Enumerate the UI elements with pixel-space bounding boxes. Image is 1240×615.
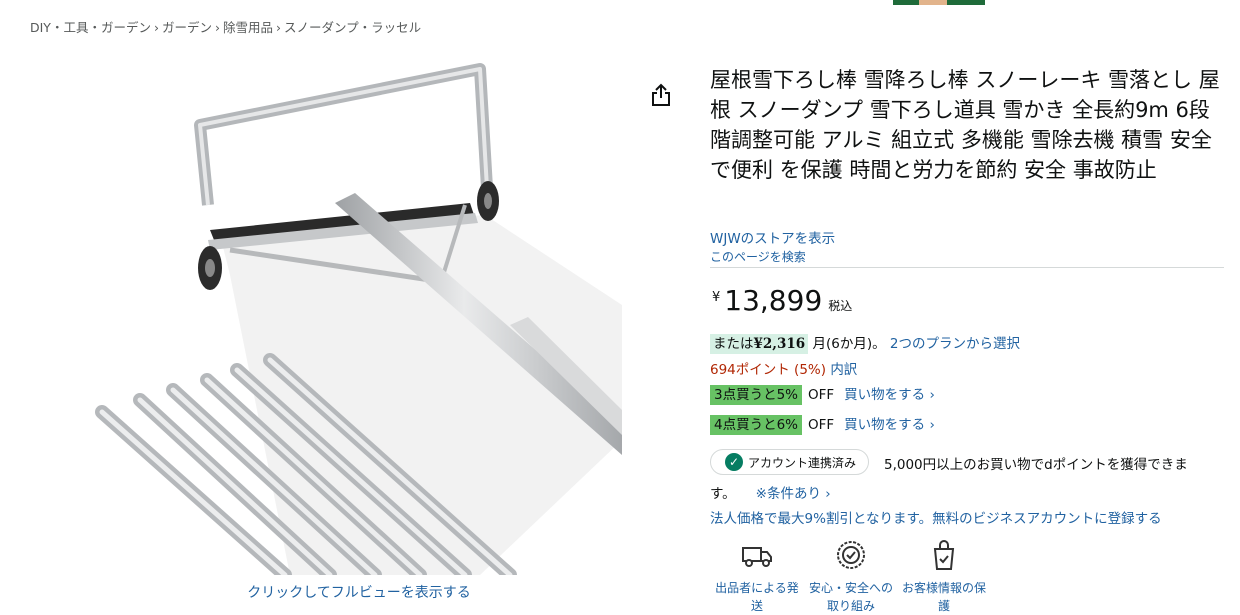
- truck-icon: [739, 537, 775, 573]
- top-banner-strip: [893, 0, 985, 5]
- check-circle-icon: ✓: [725, 453, 743, 471]
- store-link[interactable]: WJWのストアを表示: [710, 227, 835, 247]
- feature-seller-shipping[interactable]: 出品者による発送: [711, 537, 803, 615]
- breadcrumb-item-diy[interactable]: DIY・工具・ガーデン: [30, 20, 151, 35]
- installment-info: または¥2,316 月(6か月)。 2つのプランから選択: [710, 332, 1020, 354]
- product-title: 屋根雪下ろし棒 雪降ろし棒 スノーレーキ 雪落とし 屋根 スノーダンプ 雪下ろし…: [710, 68, 1220, 182]
- points-breakdown-link[interactable]: 内訳: [830, 362, 857, 378]
- promotion-badge: 3点買うと5%: [710, 385, 803, 405]
- installment-highlight: または¥2,316: [710, 334, 809, 354]
- installment-plans-link[interactable]: 2つのプランから選択: [890, 336, 1020, 352]
- account-linked-badge: ✓ アカウント連携済み: [710, 449, 870, 475]
- divider: [710, 267, 1224, 268]
- feature-privacy[interactable]: お客様情報の保護: [898, 537, 990, 615]
- conditions-link[interactable]: ※条件あり ›: [756, 486, 831, 502]
- installment-amount: ¥2,316: [753, 336, 806, 352]
- price-amount: 13,899: [724, 284, 823, 317]
- points-info: 694ポイント (5%) 内訳: [710, 358, 857, 378]
- breadcrumb-item-snow-removal[interactable]: 除雪用品: [223, 20, 273, 35]
- promotion-badge: 4点買うと6%: [710, 415, 803, 435]
- price-currency: ¥: [712, 290, 721, 305]
- business-account-link[interactable]: 法人価格で最大9%割引となります。無料のビジネスアカウントに登録する: [710, 507, 1162, 527]
- shop-now-link[interactable]: 買い物をする ›: [844, 387, 935, 403]
- feature-safety[interactable]: 安心・安全への取り組み: [805, 537, 897, 615]
- shield-check-icon: [833, 537, 869, 573]
- dpoint-description-cont: す。 ※条件あり ›: [710, 486, 831, 502]
- breadcrumb: DIY・工具・ガーデン › ガーデン › 除雪用品 › スノーダンプ・ラッセル: [30, 20, 422, 35]
- search-page-link[interactable]: このページを検索: [710, 248, 806, 265]
- bag-lock-icon: [926, 537, 962, 573]
- promotion-row: 3点買うと5% OFF 買い物をする ›: [710, 383, 935, 405]
- price: ¥13,899 税込: [712, 284, 852, 317]
- breadcrumb-item-garden[interactable]: ガーデン: [162, 20, 212, 35]
- roof-rake-illustration: [95, 63, 622, 582]
- points-value: 694ポイント (5%): [710, 362, 827, 378]
- share-icon[interactable]: [648, 82, 674, 108]
- dpoint-description: 5,000円以上のお買い物でdポイントを獲得できま: [884, 457, 1188, 473]
- product-image[interactable]: [80, 55, 622, 582]
- price-tax-label: 税込: [828, 299, 853, 313]
- full-view-link[interactable]: クリックしてフルビューを表示する: [200, 582, 518, 602]
- breadcrumb-item-snow-dump[interactable]: スノーダンプ・ラッセル: [284, 20, 421, 35]
- installment-suffix: 月(6か月)。: [812, 336, 886, 352]
- promotion-row: 4点買うと6% OFF 買い物をする ›: [710, 413, 935, 435]
- shop-now-link[interactable]: 買い物をする ›: [844, 417, 935, 433]
